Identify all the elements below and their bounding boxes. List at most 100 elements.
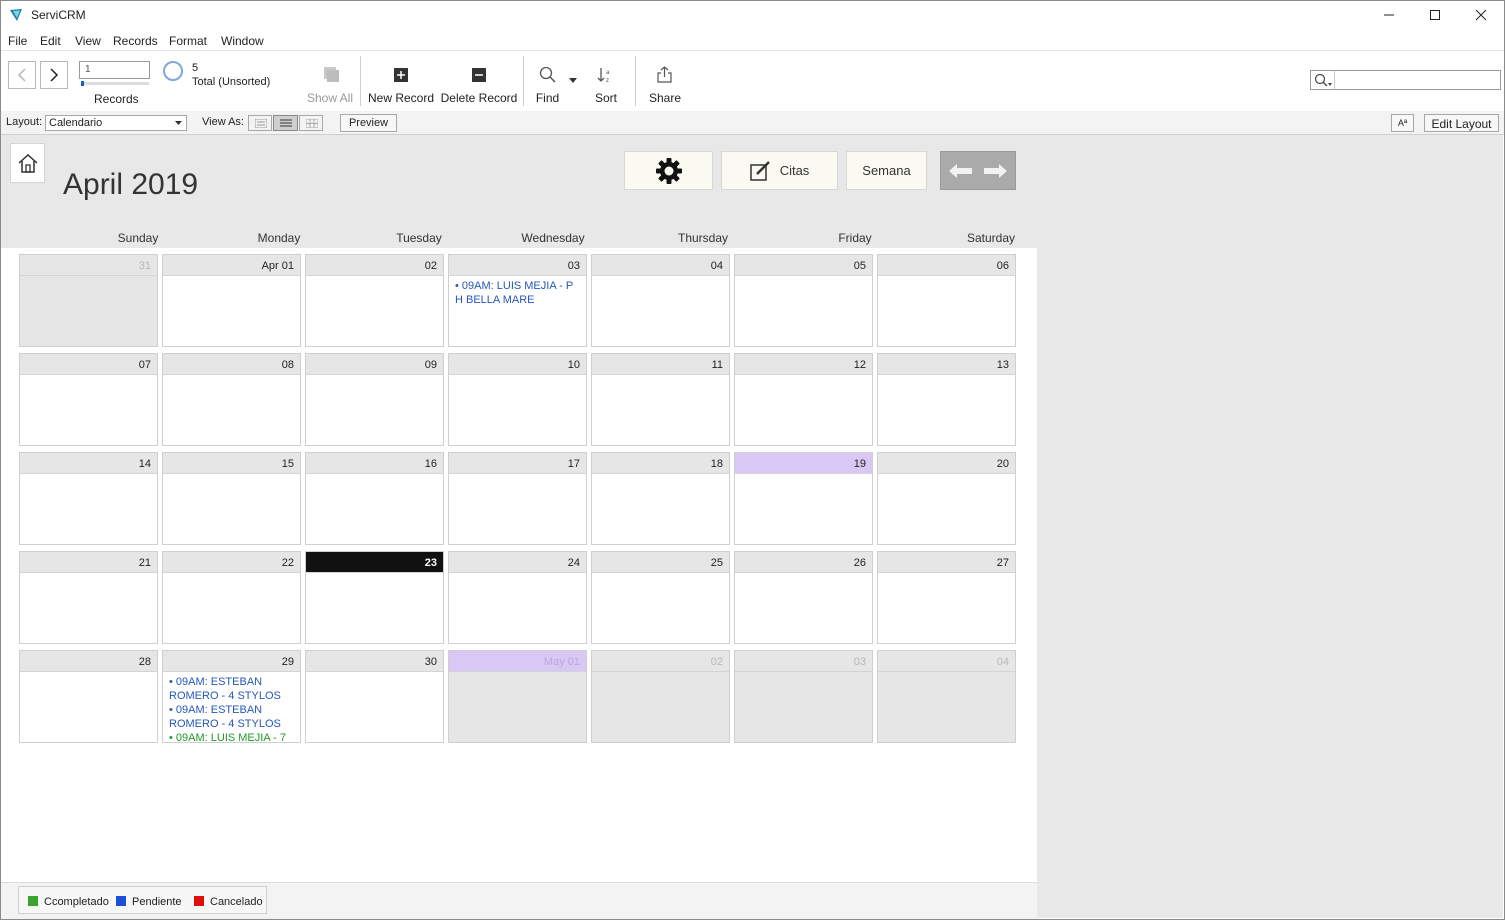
record-number-input[interactable]: 1 [79,61,150,79]
formatting-bar-button[interactable]: Aª [1391,114,1414,132]
calendar-day-cell[interactable]: 14 [19,452,158,545]
arrow-right-icon[interactable] [982,163,1008,179]
calendar-day-cell[interactable]: 22 [162,551,301,644]
calendar-day-cell[interactable]: 26 [734,551,873,644]
day-number: 30 [424,656,437,668]
show-all-icon [324,67,339,82]
find-button[interactable]: Find [530,51,565,111]
calendar-day-cell[interactable]: 27 [877,551,1016,644]
minimize-button[interactable] [1366,0,1412,30]
appointment-entry[interactable]: • 09AM: ESTEBAN ROMERO - 4 STYLOS [169,675,296,703]
layout-select[interactable]: Calendario [45,115,187,131]
calendar-day-cell[interactable]: 31 [19,254,158,347]
show-all-label: Show All [306,91,354,105]
calendar-day-cell[interactable]: 02 [591,650,730,743]
list-view-icon [280,119,292,127]
calendar-day-cell[interactable]: 10 [448,353,587,446]
view-as-form-button[interactable] [248,115,272,131]
day-header: 21 [20,552,157,573]
appointment-entry[interactable]: • 09AM: ESTEBAN ROMERO - 4 STYLOS [169,703,296,731]
status-legend: Ccompletado Pendiente Cancelado [18,886,267,914]
day-header: 08 [163,354,300,375]
day-header: 14 [20,453,157,474]
share-button[interactable]: Share [645,51,685,111]
menu-window[interactable]: Window [221,34,264,48]
calendar-day-cell[interactable]: 03 • 09AM: LUIS MEJIA - P H BELLA MARE [448,254,587,347]
calendar-day-cell[interactable]: 13 [877,353,1016,446]
magnifier-icon [539,66,556,83]
total-label: Total (Unsorted) [192,76,271,88]
calendar-day-cell[interactable]: 05 [734,254,873,347]
home-button[interactable] [10,143,45,183]
close-button[interactable] [1458,0,1504,30]
semana-button[interactable]: Semana [846,151,927,190]
sort-button[interactable]: az Sort [590,51,622,111]
day-header: 03 [449,255,586,276]
view-as-table-button[interactable] [299,115,323,131]
previous-record-button[interactable] [8,61,36,89]
calendar-day-cell[interactable]: 07 [19,353,158,446]
calendar-day-cell[interactable]: 28 [19,650,158,743]
calendar-day-cell[interactable]: 29 • 09AM: ESTEBAN ROMERO - 4 STYLOS • 09A… [162,650,301,743]
show-all-button[interactable]: Show All [305,51,355,111]
settings-button[interactable] [624,151,713,190]
gear-icon [655,157,682,184]
find-dropdown-icon[interactable] [569,78,578,84]
menu-file[interactable]: File [8,34,27,48]
calendar-day-cell[interactable]: 15 [162,452,301,545]
day-number: 04 [996,656,1009,668]
chevron-left-icon [17,68,26,82]
day-of-week-saturday: Saturday [966,231,1016,245]
calendar-day-cell[interactable]: 21 [19,551,158,644]
day-of-week-monday: Monday [257,231,301,245]
maximize-button[interactable] [1412,0,1458,30]
layout-bar: Layout: Calendario View As: Preview Aª E… [0,111,1505,135]
calendar-day-cell[interactable]: 04 [591,254,730,347]
delete-record-button[interactable]: Delete Record [440,51,518,111]
appointment-entry[interactable]: • 09AM: LUIS MEJIA - 7 [169,731,296,742]
calendar-day-cell[interactable]: 18 [591,452,730,545]
calendar-day-cell[interactable]: 09 [305,353,444,446]
edit-layout-button[interactable]: Edit Layout [1424,114,1499,132]
search-icon [1314,73,1332,87]
calendar-day-cell[interactable]: 30 [305,650,444,743]
menu-records[interactable]: Records [113,34,158,48]
calendar-day-cell[interactable]: 24 [448,551,587,644]
menu-edit[interactable]: Edit [40,34,61,48]
next-record-button[interactable] [40,61,68,89]
calendar-day-cell[interactable]: 23 [305,551,444,644]
calendar-day-cell[interactable]: 17 [448,452,587,545]
menu-format[interactable]: Format [169,34,207,48]
legend-swatch-pending [116,896,126,906]
calendar-day-cell[interactable]: 04 [877,650,1016,743]
preview-button[interactable]: Preview [340,114,397,132]
calendar-day-cell[interactable]: 16 [305,452,444,545]
day-number: 28 [138,656,151,668]
calendar-day-cell[interactable]: Apr 01 [162,254,301,347]
calendar-day-cell[interactable]: May 01 [448,650,587,743]
calendar-day-cell[interactable]: 11 [591,353,730,446]
calendar-day-cell[interactable]: 19 [734,452,873,545]
calendar-day-cell[interactable]: 25 [591,551,730,644]
record-slider-thumb[interactable] [81,81,84,86]
day-of-week-thursday: Thursday [677,231,729,245]
chevron-right-icon [50,68,59,82]
record-slider[interactable] [81,81,149,86]
quick-find-input[interactable] [1310,70,1501,90]
menu-view[interactable]: View [75,34,101,48]
day-number: 03 [567,260,580,272]
day-number: May 01 [543,656,580,668]
calendar-day-cell[interactable]: 02 [305,254,444,347]
day-header: 04 [592,255,729,276]
calendar-day-cell[interactable]: 06 [877,254,1016,347]
citas-button[interactable]: Citas [721,151,838,190]
appointment-entry[interactable]: • 09AM: LUIS MEJIA - P H BELLA MARE [455,279,582,307]
view-as-list-button[interactable] [273,115,298,131]
arrow-left-icon[interactable] [948,163,974,179]
calendar-day-cell[interactable]: 03 [734,650,873,743]
calendar-day-cell[interactable]: 20 [877,452,1016,545]
calendar-day-cell[interactable]: 08 [162,353,301,446]
new-record-button[interactable]: New Record [366,51,436,111]
calendar-day-cell[interactable]: 12 [734,353,873,446]
day-header: 13 [878,354,1015,375]
